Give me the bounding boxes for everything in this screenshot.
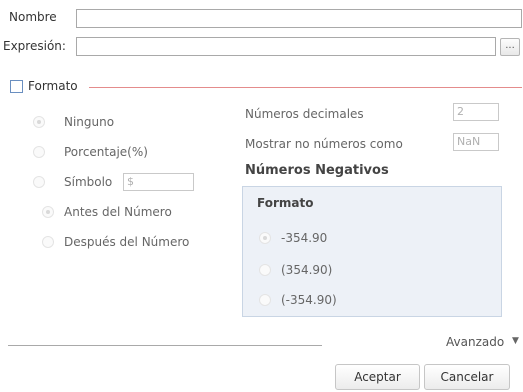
negativo-option-1-radio[interactable] [259, 232, 271, 244]
aceptar-button[interactable]: Aceptar [335, 364, 420, 390]
nombre-label: Nombre [9, 10, 57, 24]
despues-radio[interactable] [42, 236, 54, 248]
despues-label: Después del Número [64, 235, 190, 249]
negativos-title: Números Negativos [245, 163, 389, 178]
decimales-input[interactable]: 2 [453, 103, 499, 121]
expresion-input[interactable] [76, 37, 496, 56]
cancelar-button[interactable]: Cancelar [424, 364, 510, 390]
negativo-option-2-label: (354.90) [281, 263, 333, 277]
negativo-option-3-label: (-354.90) [281, 293, 337, 307]
simbolo-radio[interactable] [33, 176, 45, 188]
porcentaje-radio[interactable] [33, 146, 45, 158]
negativos-panel: Formato -354.90 (354.90) (-354.90) [242, 186, 502, 317]
negativo-option-3-radio[interactable] [259, 294, 271, 306]
avanzado-link[interactable]: Avanzado [446, 335, 504, 349]
chevron-down-icon[interactable]: ▼ [512, 336, 519, 346]
nan-label: Mostrar no números como [245, 137, 403, 151]
formato-label: Formato [28, 79, 78, 93]
formato-checkbox[interactable] [10, 80, 23, 93]
expresion-browse-button[interactable]: ... [500, 38, 520, 56]
formato-divider [89, 87, 522, 88]
porcentaje-label: Porcentaje(%) [64, 145, 148, 159]
ninguno-label: Ninguno [64, 115, 115, 129]
antes-label: Antes del Número [64, 205, 172, 219]
footer-divider [8, 345, 322, 346]
ninguno-radio[interactable] [33, 116, 45, 128]
antes-radio[interactable] [42, 206, 54, 218]
expresion-label: Expresión: [3, 39, 66, 53]
simbolo-label: Símbolo [64, 175, 113, 189]
nan-input[interactable]: NaN [453, 133, 499, 151]
nombre-input[interactable] [76, 9, 522, 28]
negativo-option-2-radio[interactable] [259, 264, 271, 276]
negativos-panel-title: Formato [257, 196, 314, 210]
decimales-label: Números decimales [245, 107, 364, 121]
negativo-option-1-label: -354.90 [281, 231, 328, 245]
simbolo-input[interactable]: $ [123, 173, 194, 191]
